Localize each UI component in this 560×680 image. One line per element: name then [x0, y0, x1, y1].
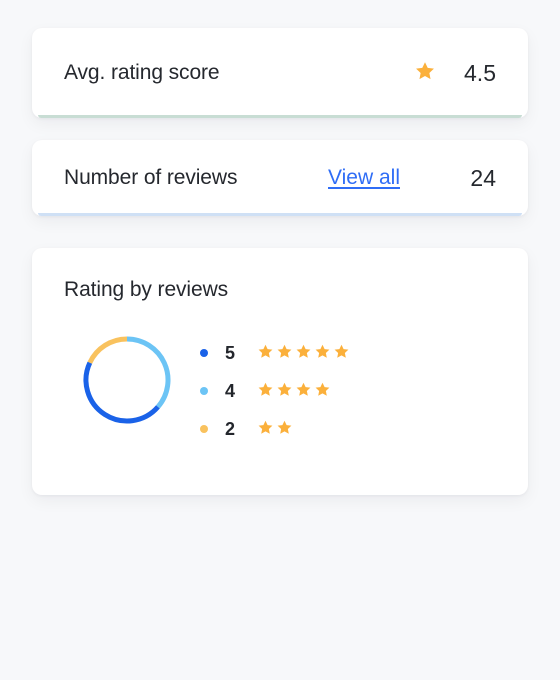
donut-segment-2: [87, 336, 128, 364]
donut-segment-5: [83, 361, 160, 424]
avg-rating-label: Avg. rating score: [64, 61, 220, 84]
legend-row: 5: [200, 334, 496, 372]
donut-chart-wrapper: [64, 324, 190, 428]
legend-dot-icon: [200, 349, 208, 357]
avg-rating-card: Avg. rating score 4.5: [32, 28, 528, 118]
rating-donut-chart: [83, 336, 171, 424]
legend-star-rating: [257, 381, 331, 402]
legend-row: 2: [200, 410, 496, 448]
view-all-link[interactable]: View all: [328, 166, 400, 190]
legend-dot-icon: [200, 425, 208, 433]
legend-star-rating: [257, 419, 293, 440]
star-icon: [257, 381, 274, 402]
rating-by-reviews-title: Rating by reviews: [64, 278, 229, 301]
star-icon: [276, 419, 293, 440]
legend-row: 4: [200, 372, 496, 410]
star-icon: [333, 343, 350, 364]
legend-dot-icon: [200, 387, 208, 395]
donut-segment-4: [126, 336, 171, 409]
rating-summary-page: Avg. rating score 4.5 Number of reviews …: [0, 0, 560, 680]
star-icon: [314, 381, 331, 402]
legend-count: 4: [225, 380, 236, 401]
star-icon: [276, 343, 293, 364]
star-icon: [257, 419, 274, 440]
legend-count: 5: [225, 342, 236, 363]
star-icon: [295, 381, 312, 402]
star-icon: [295, 343, 312, 364]
star-icon: [314, 343, 331, 364]
star-icon: [257, 343, 274, 364]
star-icon: [276, 381, 293, 402]
number-of-reviews-card: Number of reviews View all 24: [32, 140, 528, 216]
number-of-reviews-label: Number of reviews: [64, 166, 238, 189]
legend-star-rating: [257, 343, 350, 364]
star-icon: [414, 60, 436, 86]
legend-count: 2: [225, 418, 236, 439]
number-of-reviews-value: 24: [470, 164, 496, 191]
rating-by-reviews-card: Rating by reviews 5 4 2: [32, 248, 528, 495]
rating-legend: 5 4 2: [190, 324, 496, 448]
avg-rating-value: 4.5: [464, 59, 496, 86]
avg-rating-value-group: 4.5: [414, 60, 496, 87]
rating-breakdown-body: 5 4 2: [64, 324, 496, 448]
